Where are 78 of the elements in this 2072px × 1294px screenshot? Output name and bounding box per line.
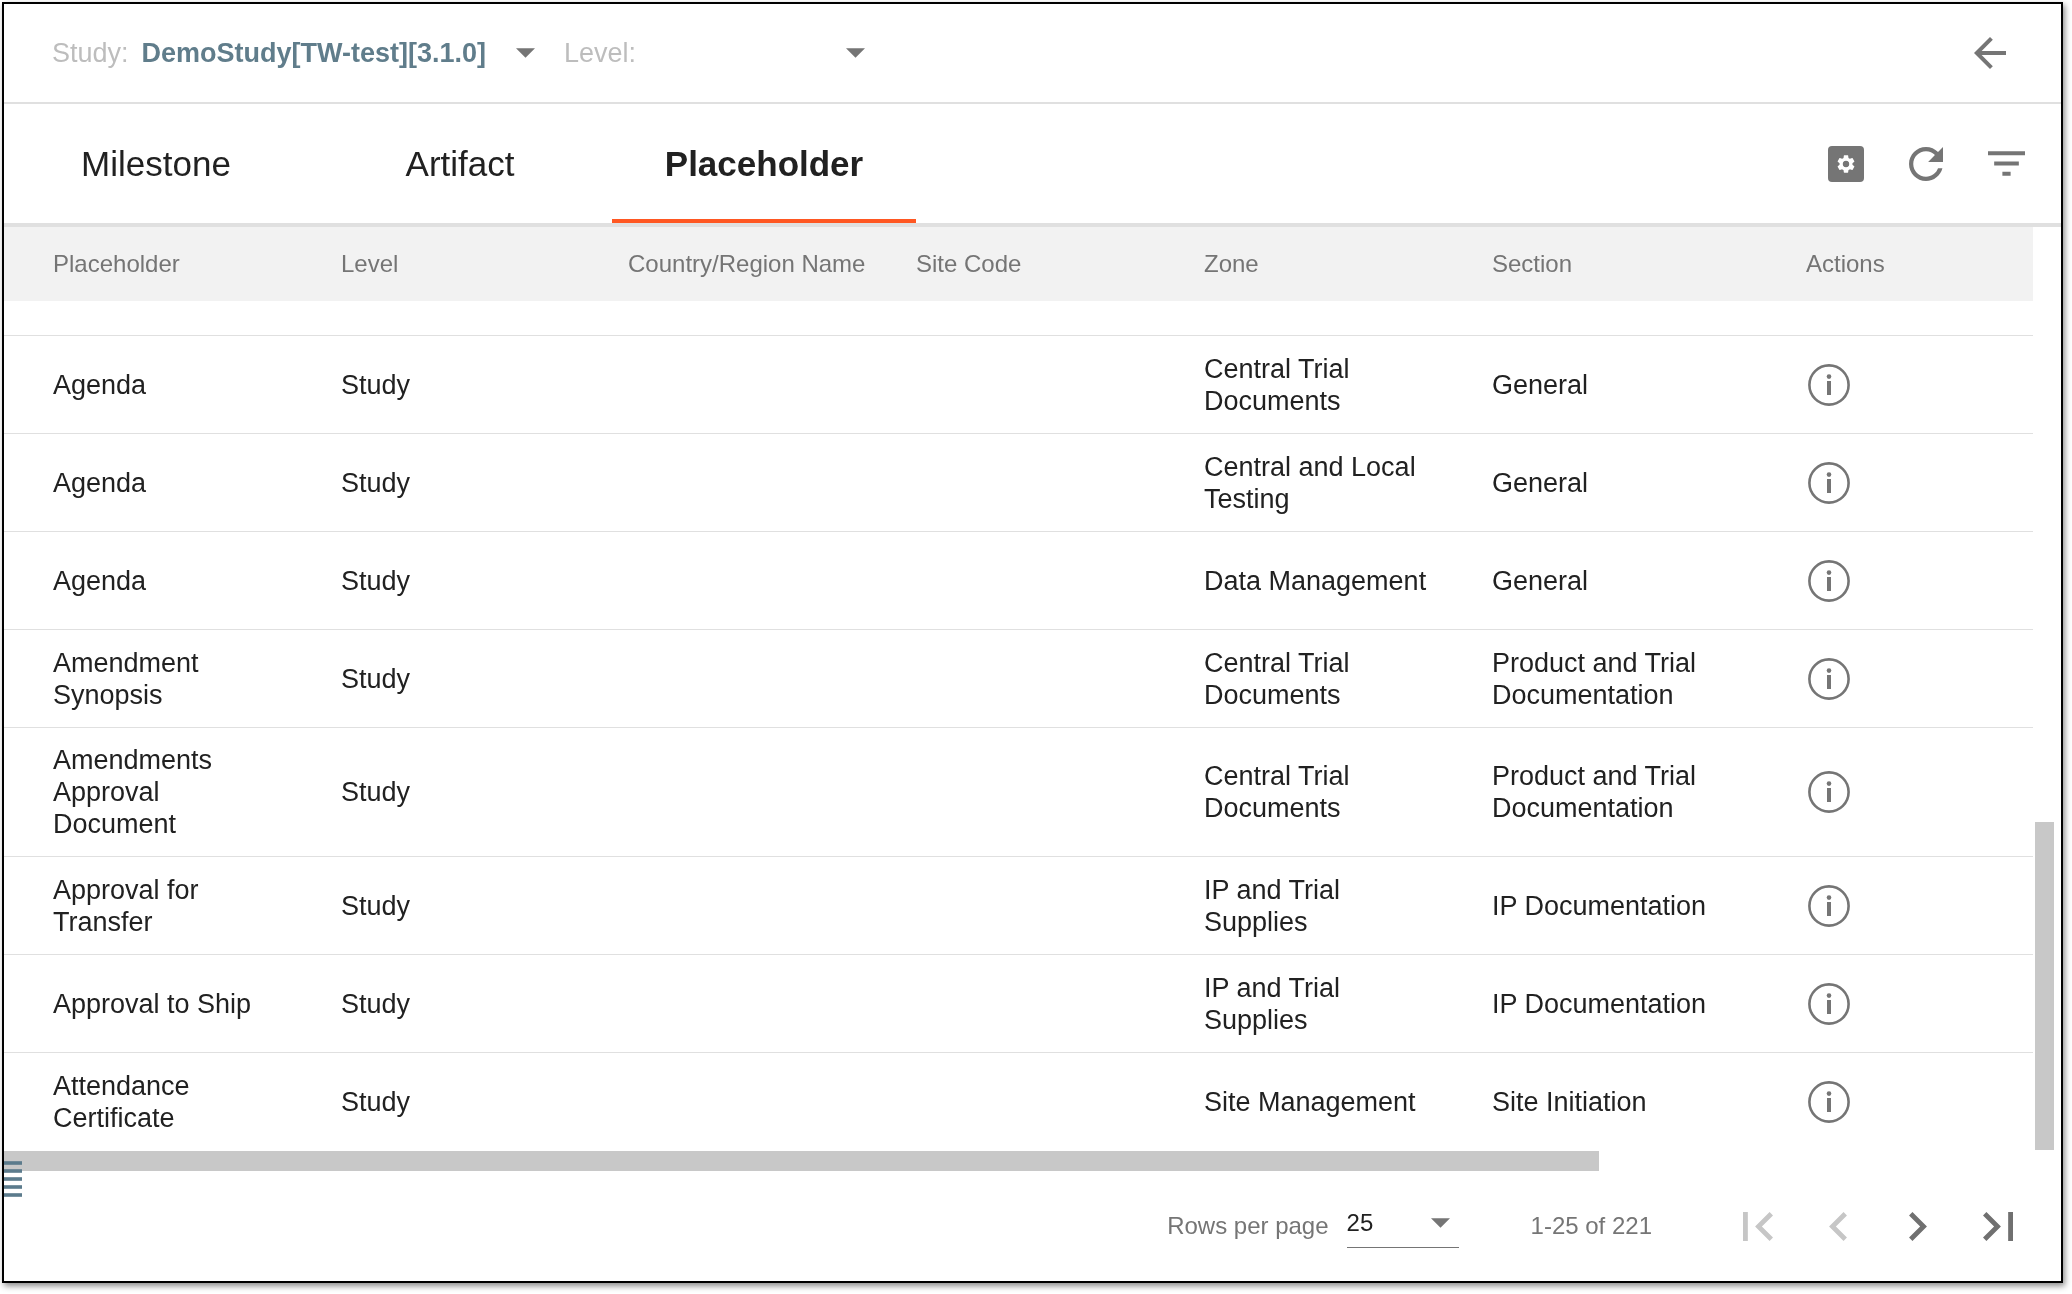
table-cell: Site Initiation [1492, 1085, 1647, 1118]
table-cell-text: Amendment Synopsis [53, 646, 200, 711]
table-cell: Study [341, 368, 411, 401]
tab[interactable]: Milestone [4, 104, 308, 223]
table-cell: Study [341, 466, 411, 499]
caret-down-icon [1430, 1217, 1450, 1228]
info-button[interactable] [1806, 459, 1852, 506]
study-label: Study: [52, 36, 129, 70]
info-button[interactable] [1806, 980, 1852, 1027]
table-cell-text: Approval for Transfer [53, 873, 200, 938]
study-select[interactable]: DemoStudy[TW-test][3.1.0] [141, 32, 536, 74]
table-cell-text: Central Trial Documents [1204, 646, 1351, 711]
column-header: Country/Region Name [628, 250, 866, 277]
arrow-left-icon [1974, 37, 2006, 69]
table-cell: Agenda [53, 564, 147, 597]
caret-down-icon [516, 48, 536, 58]
table-cell: General [1492, 564, 1589, 597]
last-page-icon [1983, 1211, 2013, 1241]
refresh-icon [1909, 146, 1943, 181]
chevron-right-icon [1909, 1211, 1927, 1241]
info-button[interactable] [1806, 557, 1852, 604]
info-icon [1808, 982, 1850, 1025]
chevron-left-icon [1829, 1211, 1847, 1241]
table-cell-text: Product and Trial Documentation [1492, 760, 1698, 824]
table-cell: Study [341, 889, 411, 922]
info-button[interactable] [1806, 655, 1852, 702]
info-icon [1808, 657, 1850, 700]
table-cell-text: IP and Trial Supplies [1204, 971, 1342, 1036]
info-button[interactable] [1806, 882, 1852, 929]
table-cell: General [1492, 466, 1589, 499]
first-page-icon [1743, 1211, 1773, 1241]
lines-icon[interactable] [4, 1161, 22, 1197]
info-icon [1808, 559, 1850, 602]
tab[interactable]: Placeholder [612, 104, 916, 223]
vertical-scrollbar[interactable] [2035, 822, 2054, 1150]
column-header: Zone [1204, 250, 1259, 277]
table-cell-text: Central and Local Testing [1204, 450, 1417, 515]
column-header: Placeholder [53, 250, 180, 277]
info-button[interactable] [1806, 361, 1852, 408]
table-cell: Study [341, 987, 411, 1020]
table-cell: Agenda [53, 466, 147, 499]
table-cell: General [1492, 368, 1589, 401]
filter-icon [1987, 151, 2025, 176]
info-button[interactable] [1806, 769, 1852, 815]
table-cell-text: Amendments Approval Document [53, 744, 214, 840]
level-label: Level: [564, 36, 637, 70]
table-cell: Approval to Ship [53, 987, 252, 1020]
table-cell: Agenda [53, 368, 147, 401]
table-cell: IP Documentation [1492, 889, 1707, 922]
info-icon [1808, 461, 1850, 504]
caret-down-icon[interactable] [846, 48, 866, 58]
column-header: Level [341, 250, 399, 277]
info-icon [1808, 884, 1850, 927]
settings-icon [1828, 145, 1864, 182]
column-header: Site Code [916, 250, 1022, 277]
table-cell: IP Documentation [1492, 987, 1707, 1020]
rows-per-page-label: Rows per page [1167, 1211, 1329, 1241]
table-cell-text: Central Trial Documents [1204, 352, 1351, 417]
table-cell: Study [341, 662, 411, 695]
page-range: 1-25 of 221 [1530, 1211, 1652, 1241]
table-cell: Study [341, 1085, 411, 1118]
table-cell: Study [341, 776, 411, 808]
table-cell: Site Management [1204, 1085, 1416, 1118]
info-icon [1808, 771, 1850, 813]
info-icon [1808, 1080, 1850, 1123]
table-cell-text: Central Trial Documents [1204, 760, 1351, 824]
column-header: Section [1492, 250, 1573, 277]
info-button[interactable] [1806, 1078, 1852, 1125]
tab[interactable]: Artifact [308, 104, 612, 223]
table-cell-text: Attendance Certificate [53, 1069, 191, 1134]
horizontal-scrollbar[interactable] [4, 1151, 1599, 1171]
table-cell: Data Management [1204, 564, 1427, 597]
table-cell: Study [341, 564, 411, 597]
rows-per-page-select[interactable]: 25 [1346, 1204, 1459, 1248]
table-cell-text: Product and Trial Documentation [1492, 646, 1698, 711]
info-icon [1808, 363, 1850, 406]
table-cell-text: IP and Trial Supplies [1204, 873, 1342, 938]
column-header: Actions [1806, 250, 1885, 277]
